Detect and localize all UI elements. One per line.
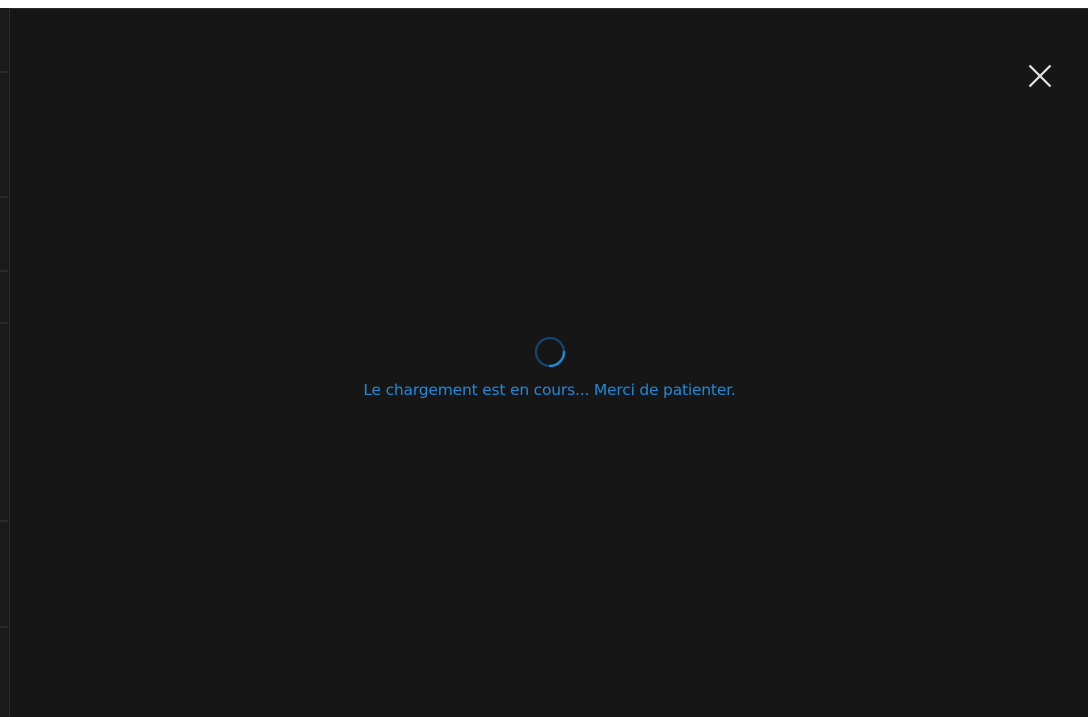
loading-indicator: Le chargement est en cours... Merci de p… xyxy=(10,335,1088,399)
close-icon xyxy=(1028,64,1052,88)
background-divider xyxy=(0,626,8,628)
background-window-edge xyxy=(0,8,9,717)
loading-message: Le chargement est en cours... Merci de p… xyxy=(363,381,736,399)
background-divider xyxy=(0,520,8,522)
close-button[interactable] xyxy=(1022,58,1058,94)
background-divider xyxy=(0,270,8,272)
spinner-icon xyxy=(534,336,565,368)
background-divider xyxy=(0,71,8,73)
loading-dialog: Le chargement est en cours... Merci de p… xyxy=(9,8,1088,717)
background-divider xyxy=(0,196,8,198)
background-divider xyxy=(0,322,8,324)
